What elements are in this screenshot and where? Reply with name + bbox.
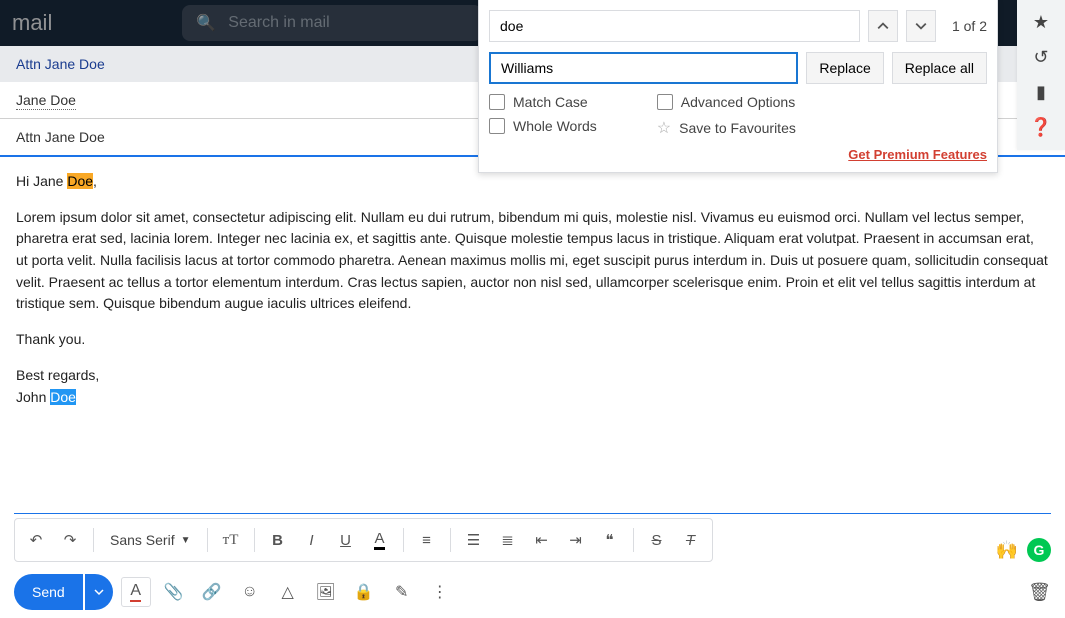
star-outline-icon: ☆: [657, 118, 671, 138]
mail-search-bar[interactable]: 🔍 Search in mail: [182, 5, 482, 41]
find-replace-panel: 1 of 2 Replace Replace all Match Case Wh…: [478, 0, 998, 173]
send-button[interactable]: Send: [14, 574, 83, 610]
link-icon[interactable]: 🔗: [197, 577, 227, 607]
align-button[interactable]: ≡: [412, 525, 442, 555]
search-placeholder: Search in mail: [228, 14, 329, 32]
chevron-down-icon: ▼: [181, 535, 191, 546]
find-prev-button[interactable]: [868, 10, 898, 42]
checkbox-icon: [657, 94, 673, 110]
text-color-button[interactable]: A: [365, 525, 395, 555]
italic-button[interactable]: I: [297, 525, 327, 555]
find-input[interactable]: [489, 10, 860, 42]
drive-icon[interactable]: △: [273, 577, 303, 607]
text: John: [16, 389, 50, 405]
font-select[interactable]: Sans Serif▼: [102, 532, 199, 548]
text-format-toggle[interactable]: A: [121, 577, 151, 607]
redo-button[interactable]: ↷: [55, 525, 85, 555]
body-thanks: Thank you.: [16, 329, 1049, 351]
app-logo: mail: [12, 10, 52, 36]
find-highlight-current: Doe: [67, 173, 93, 189]
body-paragraph: Lorem ipsum dolor sit amet, consectetur …: [16, 207, 1049, 315]
star-icon[interactable]: ★: [1033, 12, 1049, 33]
help-icon[interactable]: ❓: [1030, 117, 1052, 138]
find-next-button[interactable]: [906, 10, 936, 42]
indent-less-button[interactable]: ⇤: [527, 525, 557, 555]
body-regards: Best regards,: [16, 367, 99, 383]
extension-toolbar: ★ ↺ ▮ ❓: [1017, 0, 1065, 150]
bold-button[interactable]: B: [263, 525, 293, 555]
replace-all-button[interactable]: Replace all: [892, 52, 987, 84]
find-count: 1 of 2: [944, 18, 987, 34]
numbered-list-button[interactable]: ☰: [459, 525, 489, 555]
whole-words-option[interactable]: Whole Words: [489, 118, 597, 134]
compose-bottom-bar: Send A 📎 🔗 ☺ △ 🖼 🔒 ✎ ⋮ 🗑: [14, 574, 1051, 610]
attach-icon[interactable]: 📎: [159, 577, 189, 607]
match-case-option[interactable]: Match Case: [489, 94, 597, 110]
premium-link[interactable]: Get Premium Features: [848, 147, 987, 162]
email-body-editor[interactable]: Hi Jane Doe, Lorem ipsum dolor sit amet,…: [0, 157, 1065, 422]
history-icon[interactable]: ↺: [1033, 47, 1048, 68]
discard-button[interactable]: 🗑: [1028, 582, 1051, 603]
clear-format-button[interactable]: T: [676, 525, 706, 555]
search-icon: 🔍: [196, 13, 216, 33]
pen-icon[interactable]: ✎: [387, 577, 417, 607]
advanced-options[interactable]: Advanced Options: [657, 94, 796, 110]
recipient-chip[interactable]: Jane Doe: [16, 92, 76, 110]
format-toolbar: ↶ ↷ Sans Serif▼ тT B I U A ≡ ☰ ≣ ⇤ ⇥ ❝ S…: [14, 518, 713, 562]
replace-input[interactable]: [489, 52, 798, 84]
raise-hands-icon[interactable]: 🙌: [995, 538, 1019, 562]
find-highlight: Doe: [50, 389, 76, 405]
checkbox-icon: [489, 118, 505, 134]
underline-button[interactable]: U: [331, 525, 361, 555]
grammarly-icon[interactable]: G: [1027, 538, 1051, 562]
save-favourites[interactable]: ☆Save to Favourites: [657, 118, 796, 138]
strikethrough-button[interactable]: S: [642, 525, 672, 555]
book-icon[interactable]: ▮: [1036, 82, 1046, 103]
text: ,: [93, 173, 97, 189]
quote-button[interactable]: ❝: [595, 525, 625, 555]
checkbox-icon: [489, 94, 505, 110]
image-icon[interactable]: 🖼: [311, 577, 341, 607]
replace-button[interactable]: Replace: [806, 52, 883, 84]
send-options-button[interactable]: [85, 574, 113, 610]
font-size-button[interactable]: тT: [216, 525, 246, 555]
indent-more-button[interactable]: ⇥: [561, 525, 591, 555]
emoji-icon[interactable]: ☺: [235, 577, 265, 607]
confidential-icon[interactable]: 🔒: [349, 577, 379, 607]
more-icon[interactable]: ⋮: [425, 577, 455, 607]
text: Hi Jane: [16, 173, 67, 189]
undo-button[interactable]: ↶: [21, 525, 51, 555]
bullet-list-button[interactable]: ≣: [493, 525, 523, 555]
